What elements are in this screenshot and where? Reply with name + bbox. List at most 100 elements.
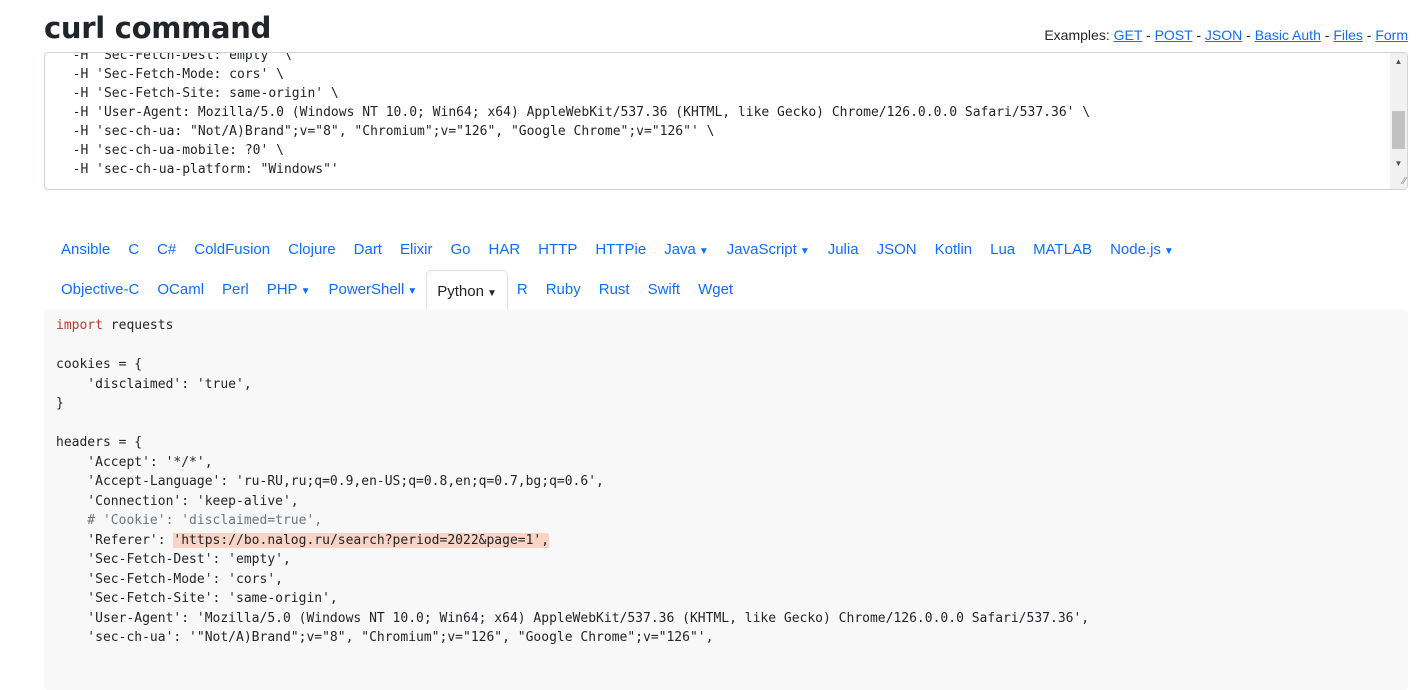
scroll-down-arrow-icon[interactable]: ▼ — [1390, 155, 1407, 172]
tab-wget[interactable]: Wget — [689, 270, 742, 310]
code-text: cookies = { — [56, 357, 143, 372]
tab-julia[interactable]: Julia — [819, 230, 868, 270]
tab-label: PHP — [266, 281, 298, 298]
code-line: 'Accept': '*/*', — [56, 453, 1396, 473]
tab-label: ColdFusion — [194, 241, 271, 258]
tab-label: Dart — [353, 241, 382, 258]
tab-java[interactable]: Java ▼ — [655, 230, 718, 270]
curl-line: -H 'Sec-Fetch-Dest: empty' \ — [57, 52, 292, 63]
examples-separator: - — [1192, 27, 1205, 43]
tab-label: Clojure — [288, 241, 336, 258]
tab-elixir[interactable]: Elixir — [391, 230, 442, 270]
example-get-link[interactable]: GET — [1114, 27, 1143, 43]
code-line: cookies = { — [56, 355, 1396, 375]
tab-label: Objective-C — [61, 281, 140, 298]
code-line: 'Connection': 'keep-alive', — [56, 492, 1396, 512]
tab-http[interactable]: HTTP — [529, 230, 586, 270]
language-tabs-row-1: Ansible C C# ColdFusion Clojure Dart Elixir Go H… — [52, 230, 1408, 270]
tab-swift[interactable]: Swift — [639, 270, 690, 310]
tab-label: Java — [664, 241, 696, 258]
examples-separator: - — [1142, 27, 1155, 43]
code-line: 'Accept-Language': 'ru-RU,ru;q=0.9,en-US… — [56, 472, 1396, 492]
code-text: 'disclaimed': 'true', — [56, 376, 252, 392]
tab-label: Perl — [222, 281, 249, 298]
code-line: import requests — [56, 316, 1396, 336]
tab-kotlin[interactable]: Kotlin — [926, 230, 982, 270]
tab-javascript[interactable]: JavaScript ▼ — [718, 230, 819, 270]
tab-dart[interactable]: Dart — [345, 230, 391, 270]
code-text: requests — [102, 318, 174, 333]
examples-separator: - — [1320, 27, 1334, 43]
tab-ansible[interactable]: Ansible — [52, 230, 119, 270]
code-line: headers = { — [56, 433, 1396, 453]
tab-python[interactable]: Python ▼ — [426, 270, 508, 312]
code-text: 'Accept': '*/*', — [56, 454, 213, 470]
scroll-thumb[interactable] — [1392, 111, 1405, 149]
code-text: 'Connection': 'keep-alive', — [56, 493, 299, 509]
code-text: 'Accept-Language': 'ru-RU,ru;q=0.9,en-US… — [56, 474, 604, 489]
curl-command-text[interactable]: -H 'Sec-Fetch-Dest: empty' \ -H 'Sec-Fet… — [45, 52, 1389, 179]
tab-lua[interactable]: Lua — [981, 230, 1024, 270]
example-form-link[interactable]: Form — [1375, 27, 1408, 43]
textarea-scrollbar[interactable]: ▲ ▼ — [1390, 53, 1407, 189]
example-json-link[interactable]: JSON — [1205, 27, 1242, 43]
code-line: 'disclaimed': 'true', — [56, 375, 1396, 395]
tab-har[interactable]: HAR — [480, 230, 530, 270]
tab-label: C — [128, 241, 140, 258]
page-title: curl command — [44, 11, 272, 45]
tab-php[interactable]: PHP ▼ — [258, 270, 320, 310]
tab-node-js[interactable]: Node.js ▼ — [1101, 230, 1183, 270]
tab-label: HTTPie — [595, 241, 647, 258]
tab-label: Go — [450, 241, 471, 258]
tab-label: HTTP — [538, 241, 578, 258]
tab-clojure[interactable]: Clojure — [279, 230, 345, 270]
tab-label: OCaml — [157, 281, 205, 298]
code-text: 'Sec-Fetch-Mode': 'cors', — [56, 571, 283, 587]
examples-separator: - — [1362, 27, 1376, 43]
tab-httpie[interactable]: HTTPie — [586, 230, 655, 270]
tab-ocaml[interactable]: OCaml — [148, 270, 213, 310]
curl-command-textarea[interactable]: -H 'Sec-Fetch-Dest: empty' \ -H 'Sec-Fet… — [44, 52, 1408, 190]
tab-label: Python — [437, 283, 484, 300]
tab-label: Julia — [827, 241, 859, 258]
tab-label: Lua — [990, 241, 1016, 258]
example-basic-auth-link[interactable]: Basic Auth — [1255, 27, 1321, 43]
tab-label: PowerShell — [328, 281, 405, 298]
curl-line: -H 'User-Agent: Mozilla/5.0 (Windows NT … — [57, 105, 1091, 120]
tab-rust[interactable]: Rust — [590, 270, 639, 310]
caret-down-icon: ▼ — [486, 288, 497, 299]
tab-go[interactable]: Go — [441, 230, 479, 270]
resize-grip-icon[interactable]: ⁄⁄ — [1394, 176, 1406, 188]
examples-links: Examples: GET - POST - JSON - Basic Auth… — [1044, 27, 1408, 43]
tab-objective-c[interactable]: Objective-C — [52, 270, 148, 310]
tab-coldfusion[interactable]: ColdFusion — [185, 230, 279, 270]
code-line: 'Sec-Fetch-Mode': 'cors', — [56, 570, 1396, 590]
tab-ruby[interactable]: Ruby — [537, 270, 590, 310]
code-text: 'sec-ch-ua': '"Not/A)Brand";v="8", "Chro… — [56, 630, 714, 645]
tab-label: R — [516, 281, 528, 298]
code-text: headers = { — [56, 435, 143, 450]
tab-label: HAR — [488, 241, 521, 258]
tab-label: MATLAB — [1033, 241, 1093, 258]
tab-powershell[interactable]: PowerShell ▼ — [319, 270, 426, 310]
tab-label: C# — [157, 241, 177, 258]
example-post-link[interactable]: POST — [1155, 27, 1193, 43]
tab-perl[interactable]: Perl — [213, 270, 258, 310]
tab-c[interactable]: C# — [148, 230, 185, 270]
example-files-link[interactable]: Files — [1333, 27, 1363, 43]
curl-line: -H 'Sec-Fetch-Mode: cors' \ — [57, 67, 284, 82]
generated-code[interactable]: import requests​cookies = { 'disclaimed'… — [44, 310, 1408, 654]
code-text: 'Sec-Fetch-Site': 'same-origin', — [56, 591, 338, 606]
tab-r[interactable]: R — [508, 270, 537, 310]
code-text: } — [56, 396, 64, 411]
code-text: 'Referer': — [56, 532, 174, 548]
code-text: 'Sec-Fetch-Dest': 'empty', — [56, 552, 291, 567]
tab-label: Rust — [598, 281, 630, 298]
tab-json[interactable]: JSON — [868, 230, 926, 270]
scroll-up-arrow-icon[interactable]: ▲ — [1390, 53, 1407, 70]
tab-c[interactable]: C — [119, 230, 148, 270]
tab-label: JSON — [876, 241, 917, 258]
tab-matlab[interactable]: MATLAB — [1024, 230, 1101, 270]
caret-down-icon: ▼ — [300, 286, 311, 297]
code-text: 'User-Agent': 'Mozilla/5.0 (Windows NT 1… — [56, 610, 1090, 626]
